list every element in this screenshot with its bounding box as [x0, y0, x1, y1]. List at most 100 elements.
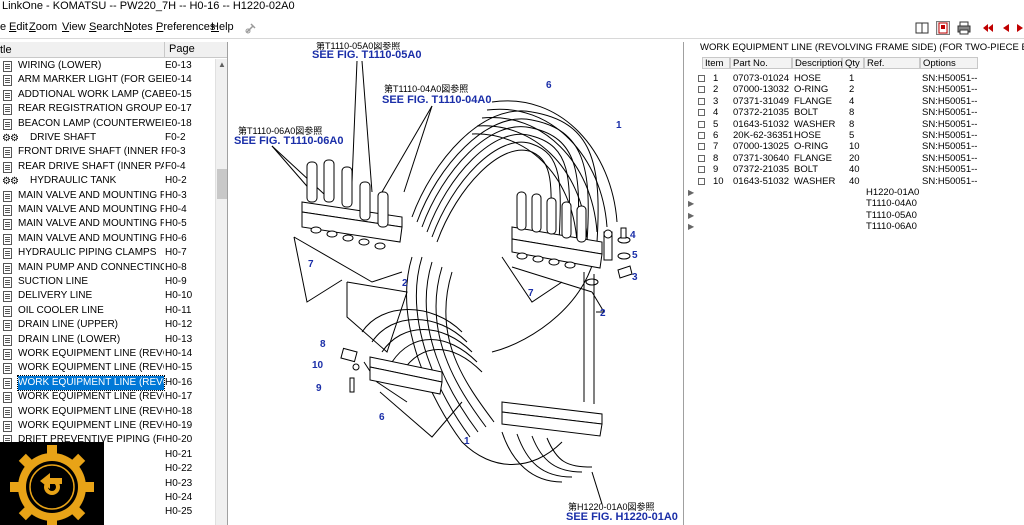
ref-t1110-06a0[interactable]: SEE FIG. T1110-06A0 [234, 135, 343, 147]
scrollbar-thumb[interactable] [217, 169, 227, 199]
parts-row[interactable]: 3 07371-31049 FLANGE 4 SN:H50051-- [686, 96, 1024, 107]
index-row[interactable]: MAIN VALVE AND MOUNTING P... H0-5 [0, 217, 215, 231]
callout-7b[interactable]: 7 [528, 288, 534, 299]
index-row[interactable]: ⚙⚙ DRIVE SHAFT F0-2 [0, 131, 215, 145]
callout-3[interactable]: 3 [632, 272, 638, 283]
index-row[interactable]: MAIN PUMP AND CONNECTING... H0-8 [0, 261, 215, 275]
index-row[interactable]: ⚙⚙ HYDRAULIC TANK H0-2 [0, 174, 215, 188]
first-page-icon[interactable] [981, 21, 995, 35]
index-row[interactable]: ARM MARKER LIGHT (FOR GERM...E0-14 [0, 73, 215, 87]
row-checkbox[interactable] [698, 177, 705, 185]
reference-row[interactable]: ▶ T1110-04A0 [686, 198, 1024, 209]
row-checkbox[interactable] [698, 109, 705, 117]
index-row[interactable]: ADDTIONAL WORK LAMP (CAB) E0-15 [0, 88, 215, 102]
menu-edit[interactable]: Edit [9, 21, 28, 33]
row-checkbox[interactable] [698, 75, 705, 82]
index-row[interactable]: OIL COOLER LINE H0-11 [0, 304, 215, 318]
index-row[interactable]: REAR DRIVE SHAFT (INNER PART...F0-4 [0, 160, 215, 174]
index-row[interactable]: MAIN VALVE AND MOUNTING P... H0-4 [0, 203, 215, 217]
part-item: 2 [713, 84, 719, 96]
row-checkbox[interactable] [698, 120, 705, 128]
callout-9[interactable]: 9 [316, 383, 322, 394]
index-row-page: H0-2 [165, 175, 187, 187]
ref-h1220-01a0[interactable]: SEE FIG. H1220-01A0 [566, 511, 678, 523]
reference-row[interactable]: ▶ T1110-06A0 [686, 221, 1024, 232]
callout-2[interactable]: 2 [402, 278, 408, 289]
callout-8[interactable]: 8 [320, 339, 326, 350]
index-scrollbar[interactable]: ▲ [215, 59, 227, 525]
parts-row[interactable]: 2 07000-13032 O-RING 2 SN:H50051-- [686, 84, 1024, 95]
header-part-no[interactable]: Part No. [730, 57, 792, 69]
open-book-icon[interactable] [936, 21, 950, 35]
index-row[interactable]: WORK EQUIPMENT LINE (REVOL...H0-15 [0, 361, 215, 375]
callout-1b[interactable]: 1 [464, 436, 470, 447]
menu-notes[interactable]: Notes [124, 21, 153, 33]
index-row[interactable]: WORK EQUIPMENT LINE (REVOL...H0-14 [0, 347, 215, 361]
link-icon[interactable] [244, 21, 258, 35]
menu-view[interactable]: View [62, 21, 86, 33]
callout-5[interactable]: 5 [632, 250, 638, 261]
parts-row[interactable]: 10 01643-51032 WASHER 40 SN:H50051-- [686, 176, 1024, 187]
index-row[interactable]: WORK EQUIPMENT LINE (REVOL...H0-17 [0, 390, 215, 404]
parts-drawing[interactable]: 第T1110-05A0図参照 SEE FIG. T1110-05A0 第T111… [232, 40, 678, 525]
parts-row[interactable]: 7 07000-13025 O-RING 10 SN:H50051-- [686, 141, 1024, 152]
scroll-up-icon[interactable]: ▲ [218, 60, 226, 69]
reference-row[interactable]: ▶ H1220-01A0 [686, 187, 1024, 198]
menu-help[interactable]: Help [211, 21, 234, 33]
print-icon[interactable] [957, 21, 971, 35]
index-row[interactable]: DELIVERY LINE H0-10 [0, 289, 215, 303]
row-checkbox[interactable] [698, 166, 705, 174]
parts-row[interactable]: 9 07372-21035 BOLT 40 SN:H50051-- [686, 164, 1024, 175]
row-checkbox[interactable] [698, 97, 705, 105]
header-description[interactable]: Description [792, 57, 843, 69]
menu-zoom[interactable]: Zoom [29, 21, 57, 33]
reference-row[interactable]: ▶ T1110-05A0 [686, 210, 1024, 221]
parts-row[interactable]: 8 07371-30640 FLANGE 20 SN:H50051-- [686, 153, 1024, 164]
previous-page-icon[interactable] [999, 21, 1013, 35]
header-ref[interactable]: Ref. [864, 57, 920, 69]
part-options: SN:H50051-- [922, 130, 978, 141]
callout-7[interactable]: 7 [308, 259, 314, 270]
callout-1[interactable]: 1 [616, 120, 622, 131]
row-checkbox[interactable] [698, 132, 705, 139]
row-checkbox[interactable] [698, 143, 705, 151]
index-row[interactable]: WIRING (LOWER) E0-13 [0, 59, 215, 73]
callout-4[interactable]: 4 [630, 230, 636, 241]
index-row[interactable]: FRONT DRIVE SHAFT (INNER PA...F0-3 [0, 145, 215, 159]
ref-t1110-04a0[interactable]: SEE FIG. T1110-04A0 [382, 94, 491, 106]
index-row[interactable]: MAIN VALVE AND MOUNTING P... H0-6 [0, 232, 215, 246]
index-row[interactable]: WORK EQUIPMENT LINE (REVOL...H0-18 [0, 405, 215, 419]
header-item[interactable]: Item [702, 57, 730, 69]
header-options[interactable]: Options [920, 57, 978, 69]
callout-2b[interactable]: 2 [600, 308, 606, 319]
parts-row[interactable]: 6 20K-62-36351 HOSE 5 SN:H50051-- [686, 130, 1024, 141]
index-row[interactable]: MAIN VALVE AND MOUNTING P... H0-3 [0, 189, 215, 203]
row-checkbox[interactable] [698, 154, 705, 162]
parts-row[interactable]: 4 07372-21035 BOLT 8 SN:H50051-- [686, 107, 1024, 118]
row-checkbox[interactable] [698, 86, 705, 94]
index-row[interactable]: SUCTION LINE H0-9 [0, 275, 215, 289]
index-row[interactable]: DRAIN LINE (UPPER) H0-12 [0, 318, 215, 332]
callout-6[interactable]: 6 [546, 80, 552, 91]
index-row[interactable]: WORK EQUIPMENT LINE (REVOL...H0-16 [0, 374, 215, 391]
index-row[interactable]: WORK EQUIPMENT LINE (REVOL...H0-19 [0, 419, 215, 433]
parts-row[interactable]: 1 07073-01024 HOSE 1 SN:H50051-- [686, 73, 1024, 84]
index-row[interactable]: DRAIN LINE (LOWER) H0-13 [0, 333, 215, 347]
document-icon [3, 349, 12, 360]
menu-search[interactable]: Search [89, 21, 124, 33]
index-row[interactable]: BEACON LAMP (COUNTERWEIG...E0-18 [0, 117, 215, 131]
index-row[interactable]: REAR REGISTRATION GROUP (FO...E0-17 [0, 102, 215, 116]
index-row[interactable]: HYDRAULIC PIPING CLAMPS H0-7 [0, 246, 215, 260]
parts-row[interactable]: 5 01643-51032 WASHER 8 SN:H50051-- [686, 119, 1024, 130]
menu-preferences[interactable]: Preferences [156, 21, 215, 33]
callout-10[interactable]: 10 [312, 360, 324, 371]
title-column-header[interactable]: tle [0, 44, 12, 56]
page-column-header[interactable]: Page [164, 42, 216, 58]
callout-6b[interactable]: 6 [379, 412, 385, 423]
menu-file-partial[interactable]: e [0, 21, 6, 33]
ref-t1110-05a0[interactable]: SEE FIG. T1110-05A0 [312, 49, 421, 61]
part-description: O-RING [794, 84, 829, 96]
book-icon[interactable] [915, 21, 929, 35]
header-qty[interactable]: Qty [842, 57, 864, 69]
next-page-icon[interactable] [1014, 21, 1024, 35]
